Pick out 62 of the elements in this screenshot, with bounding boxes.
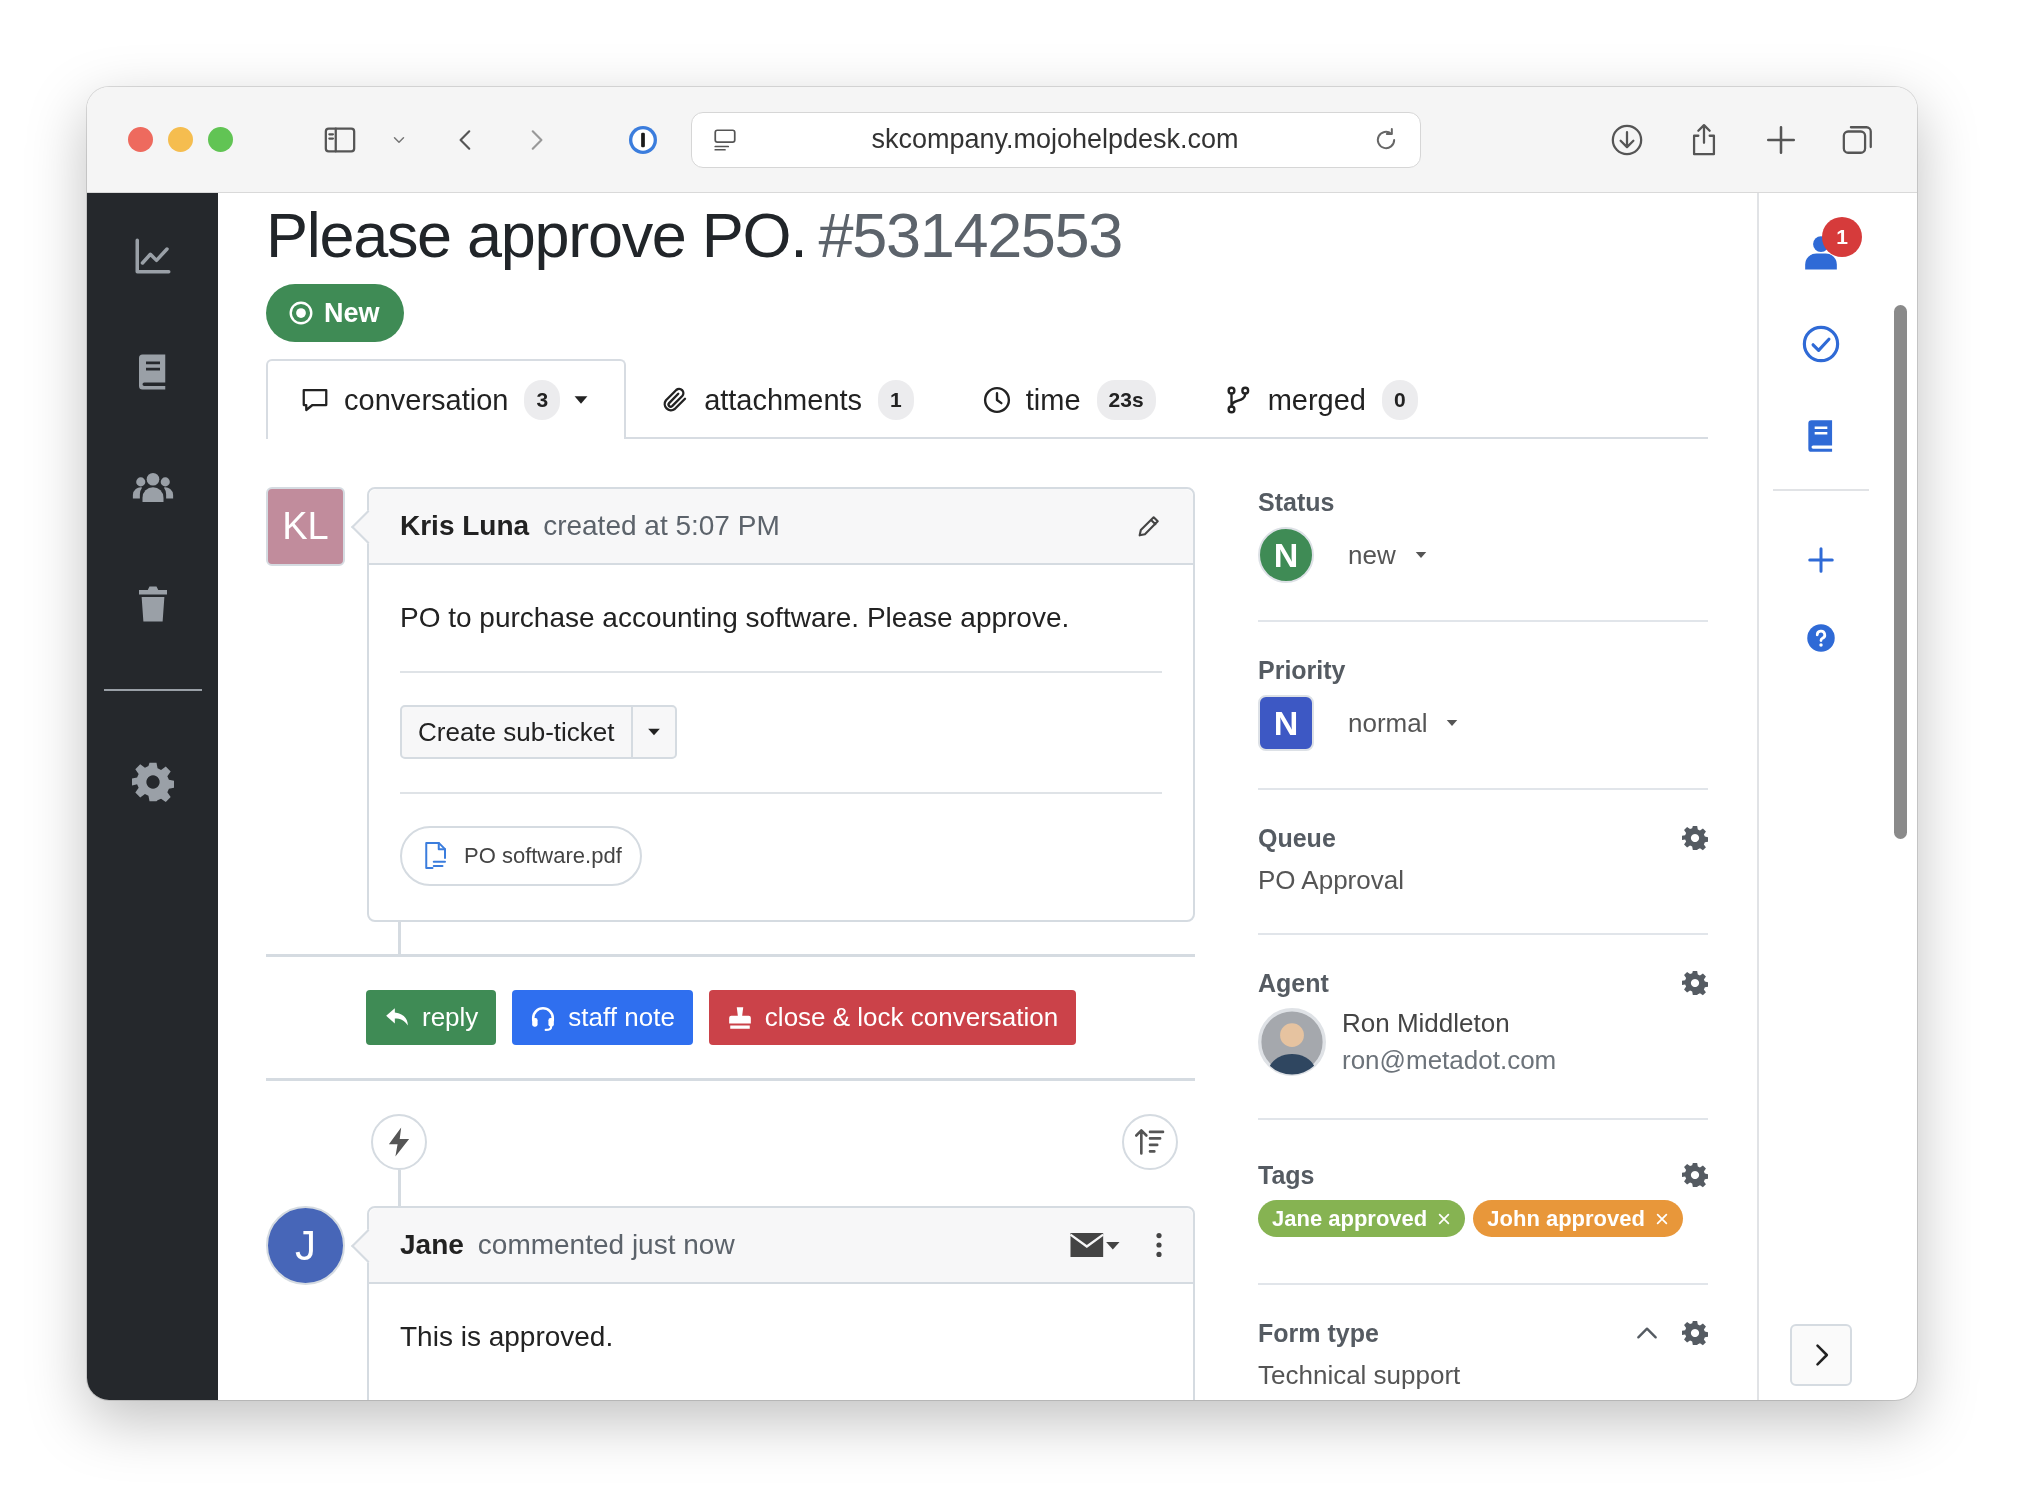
person-avatar-icon xyxy=(1258,1008,1326,1076)
ticket-title: Please approve PO. xyxy=(266,199,807,272)
author-name: Jane xyxy=(400,1229,464,1261)
window-close-button[interactable] xyxy=(128,127,153,152)
help-icon[interactable] xyxy=(1806,623,1836,653)
field-value: Technical support xyxy=(1258,1360,1462,1391)
field-label: Status xyxy=(1258,487,1335,517)
count-badge: 0 xyxy=(1381,380,1418,420)
download-icon[interactable] xyxy=(1610,122,1644,157)
reply-button[interactable]: reply xyxy=(366,990,497,1045)
field-value: PO Approval xyxy=(1258,865,1405,896)
tab[interactable]: attachments 1 xyxy=(626,359,948,439)
more-options-icon[interactable] xyxy=(1155,1232,1163,1258)
target-icon xyxy=(288,300,314,326)
settings-icon[interactable] xyxy=(1682,1320,1708,1346)
count-badge: 3 xyxy=(524,380,561,420)
field-label: Tags xyxy=(1258,1160,1315,1190)
create-sub-ticket-button[interactable]: Create sub-ticket xyxy=(400,705,677,759)
avatar: KL xyxy=(266,487,345,566)
close-conversation-button[interactable]: close & lock conversation xyxy=(708,990,1077,1045)
message-text: This is approved. xyxy=(400,1320,615,1354)
settings-icon[interactable] xyxy=(131,761,174,803)
ticket-number: #53142553 xyxy=(818,199,1123,272)
staff-note-button[interactable]: staff note xyxy=(512,990,693,1045)
tab[interactable]: conversation 3 xyxy=(266,359,627,439)
field-label: Agent xyxy=(1258,968,1329,998)
settings-icon[interactable] xyxy=(1682,970,1708,996)
agent-email: ron@metadot.com xyxy=(1342,1045,1557,1076)
priority-icon: N xyxy=(1258,695,1314,751)
status-badge: New xyxy=(266,284,404,342)
clock-icon xyxy=(981,385,1012,415)
page-icon xyxy=(712,126,738,153)
scrollbar[interactable] xyxy=(1894,305,1907,839)
status-dropdown[interactable]: new xyxy=(1348,539,1430,571)
avatar: J xyxy=(266,1206,345,1285)
headset-icon xyxy=(530,1004,557,1031)
agent-name: Ron Middleton xyxy=(1342,1008,1511,1039)
field-label: Queue xyxy=(1258,823,1336,853)
author-name: Kris Luna xyxy=(400,510,530,542)
priority-dropdown[interactable]: normal xyxy=(1348,707,1462,739)
stamp-icon xyxy=(726,1004,753,1031)
field-label: Form type xyxy=(1258,1318,1379,1348)
message-meta: commented just now xyxy=(477,1229,735,1261)
sort-icon[interactable] xyxy=(1122,1114,1178,1170)
plus-icon[interactable] xyxy=(1806,545,1836,575)
url-text: skcompany.mojohelpdesk.com xyxy=(870,124,1240,155)
attachment-chip[interactable]: PO software.pdf xyxy=(400,826,642,886)
field-label: Priority xyxy=(1258,655,1346,685)
count-badge: 1 xyxy=(878,380,914,420)
password-manager-icon[interactable] xyxy=(627,123,659,156)
message-text: PO to purchase accounting software. Please approve. xyxy=(400,601,1071,635)
status-icon: N xyxy=(1258,527,1314,583)
notification-badge: 1 xyxy=(1822,217,1862,257)
tab[interactable]: time 23s xyxy=(947,359,1190,439)
check-circle-icon[interactable] xyxy=(1802,325,1840,363)
message-meta: created at 5:07 PM xyxy=(543,510,780,542)
tab[interactable]: merged 0 xyxy=(1189,359,1452,439)
count-badge: 23s xyxy=(1096,380,1156,420)
settings-icon[interactable] xyxy=(1682,825,1708,851)
address-bar[interactable]: skcompany.mojohelpdesk.com xyxy=(691,111,1421,168)
lightning-icon[interactable] xyxy=(371,1114,427,1170)
settings-icon[interactable] xyxy=(1682,1162,1708,1188)
